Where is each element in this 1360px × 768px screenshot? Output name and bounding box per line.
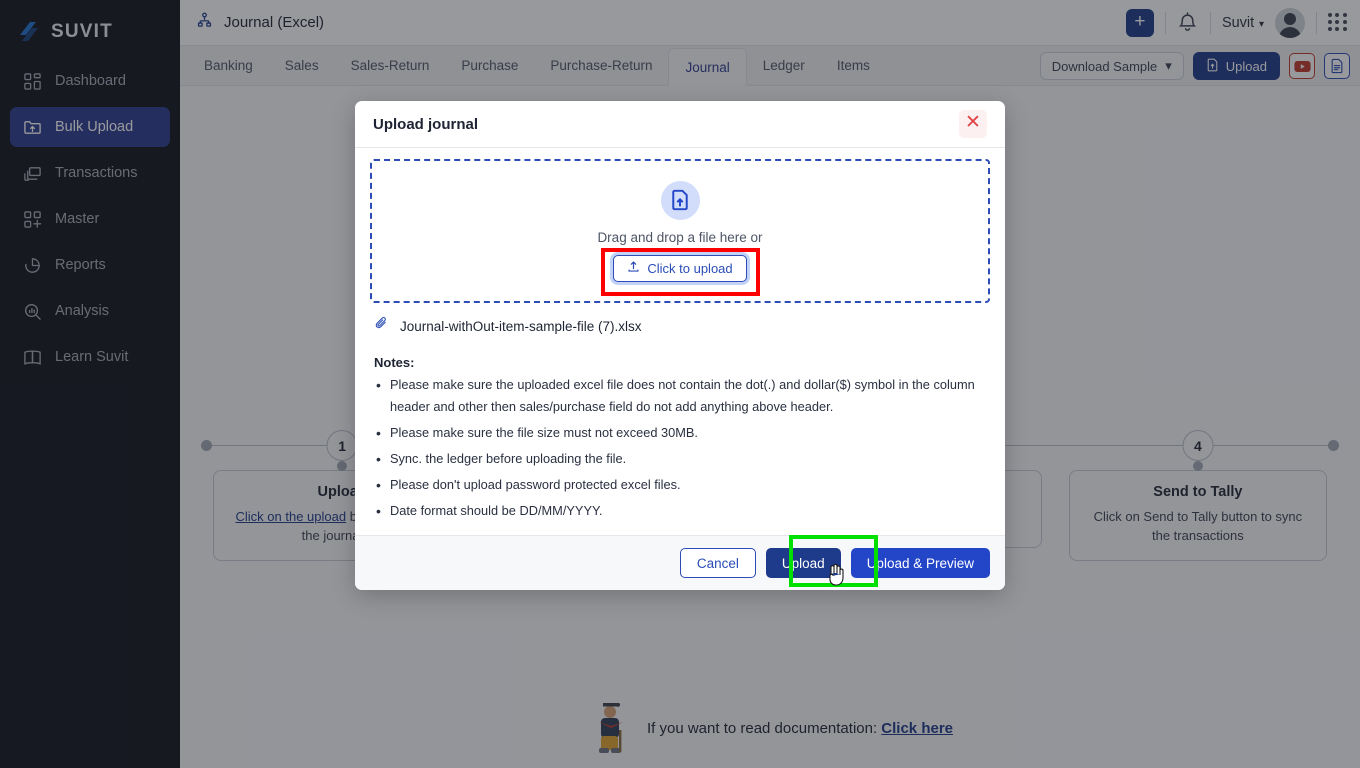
dropzone-text: Drag and drop a file here or <box>597 229 763 245</box>
file-upload-circle-icon <box>660 180 700 220</box>
app-root: SUVIT Dashboard Bulk Upload Transactions… <box>0 0 1360 768</box>
file-dropzone[interactable]: Drag and drop a file here or Click to up… <box>370 159 990 303</box>
modal-footer: Cancel Upload Upload & Preview <box>355 535 1005 590</box>
note-item: Please make sure the uploaded excel file… <box>374 374 988 418</box>
note-item: Sync. the ledger before uploading the fi… <box>374 448 988 470</box>
paperclip-icon <box>374 316 389 336</box>
notes-list: Please make sure the uploaded excel file… <box>370 374 990 522</box>
close-icon[interactable]: ✕ <box>959 110 987 138</box>
note-item: Please don't upload password protected e… <box>374 474 988 496</box>
modal-title: Upload journal <box>373 115 478 133</box>
cancel-button[interactable]: Cancel <box>679 548 756 578</box>
notes-title: Notes: <box>374 355 415 370</box>
click-to-upload-label: Click to upload <box>647 260 733 276</box>
selected-file-name: Journal-withOut-item-sample-file (7).xls… <box>400 318 642 334</box>
upload-button[interactable]: Upload <box>765 548 841 578</box>
note-item: Please make sure the file size must not … <box>374 422 988 444</box>
selected-file-row: Journal-withOut-item-sample-file (7).xls… <box>370 303 990 336</box>
upload-preview-button[interactable]: Upload & Preview <box>850 548 990 578</box>
upload-arrow-icon <box>627 260 640 276</box>
note-item: Date format should be DD/MM/YYYY. <box>374 500 988 522</box>
upload-journal-modal: Upload journal ✕ Drag and drop a file he… <box>355 101 1005 590</box>
modal-header: Upload journal ✕ <box>355 101 1005 148</box>
modal-body: Drag and drop a file here or Click to up… <box>355 148 1005 535</box>
click-to-upload-button[interactable]: Click to upload <box>613 254 747 282</box>
